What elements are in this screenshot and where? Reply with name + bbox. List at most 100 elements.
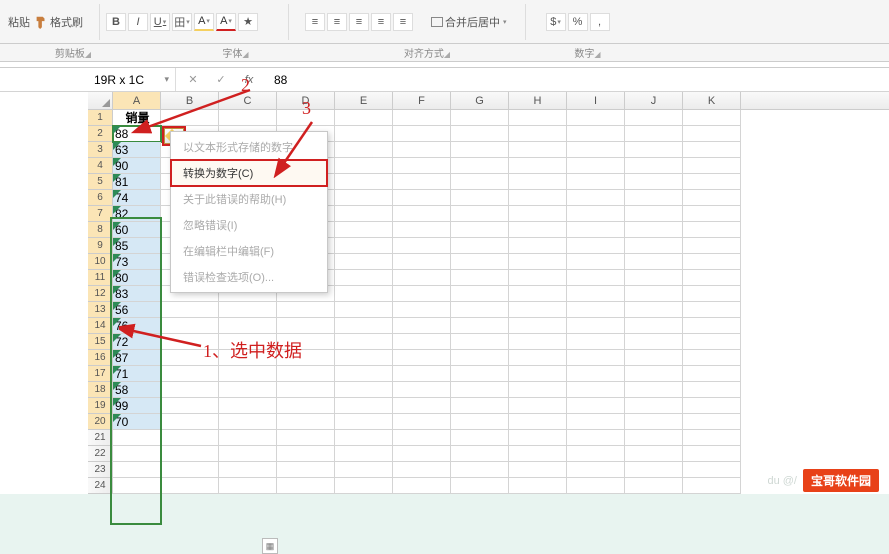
select-all-corner[interactable]	[88, 92, 113, 109]
cell[interactable]	[451, 446, 509, 462]
cell[interactable]	[567, 446, 625, 462]
cell[interactable]	[113, 462, 161, 478]
menu-help[interactable]: 关于此错误的帮助(H)	[171, 186, 327, 212]
cell[interactable]	[393, 110, 451, 126]
cell[interactable]	[277, 430, 335, 446]
cell[interactable]	[509, 478, 567, 494]
cell[interactable]	[161, 302, 219, 318]
cell[interactable]: 83	[113, 286, 161, 302]
cell[interactable]	[451, 318, 509, 334]
cell[interactable]	[509, 462, 567, 478]
cell[interactable]	[683, 222, 741, 238]
column-header-K[interactable]: K	[683, 92, 741, 109]
cell[interactable]	[625, 190, 683, 206]
fill-color-button[interactable]: A▾	[194, 13, 214, 31]
cell[interactable]	[335, 222, 393, 238]
cell[interactable]	[683, 286, 741, 302]
cell[interactable]	[335, 350, 393, 366]
cancel-edit-button[interactable]: ✕	[184, 71, 202, 89]
row-header[interactable]: 11	[88, 270, 113, 286]
align-bottom-button[interactable]: ≡	[349, 13, 369, 31]
cell[interactable]	[393, 302, 451, 318]
cell[interactable]	[509, 110, 567, 126]
cell[interactable]	[161, 350, 219, 366]
cell[interactable]	[335, 446, 393, 462]
cell[interactable]	[509, 142, 567, 158]
cell[interactable]	[509, 382, 567, 398]
cell[interactable]	[219, 350, 277, 366]
cell[interactable]: 81	[113, 174, 161, 190]
formula-value[interactable]: 88	[266, 73, 287, 87]
cell[interactable]	[509, 398, 567, 414]
column-header-E[interactable]: E	[335, 92, 393, 109]
cell[interactable]: 71	[113, 366, 161, 382]
cell[interactable]	[113, 430, 161, 446]
cell[interactable]	[219, 302, 277, 318]
align-middle-button[interactable]: ≡	[327, 13, 347, 31]
cell[interactable]	[625, 398, 683, 414]
cell[interactable]	[683, 238, 741, 254]
cell[interactable]	[683, 126, 741, 142]
cell[interactable]	[335, 302, 393, 318]
cell[interactable]	[625, 254, 683, 270]
cell[interactable]	[219, 414, 277, 430]
cell[interactable]	[335, 414, 393, 430]
cell[interactable]	[451, 462, 509, 478]
cell[interactable]	[335, 398, 393, 414]
cell[interactable]	[335, 478, 393, 494]
cell[interactable]	[683, 206, 741, 222]
indent-right-button[interactable]: ≡	[393, 13, 413, 31]
cell[interactable]	[335, 270, 393, 286]
cell[interactable]	[277, 414, 335, 430]
cell[interactable]	[683, 478, 741, 494]
cell[interactable]	[567, 174, 625, 190]
cell[interactable]	[393, 286, 451, 302]
cell[interactable]	[219, 318, 277, 334]
cell[interactable]	[683, 350, 741, 366]
cell[interactable]	[625, 174, 683, 190]
cell[interactable]	[567, 430, 625, 446]
column-header-H[interactable]: H	[509, 92, 567, 109]
cell[interactable]	[161, 446, 219, 462]
column-header-I[interactable]: I	[567, 92, 625, 109]
cell[interactable]	[393, 334, 451, 350]
cell[interactable]	[393, 366, 451, 382]
cell[interactable]	[567, 462, 625, 478]
confirm-edit-button[interactable]: ✓	[212, 71, 230, 89]
cell[interactable]	[567, 126, 625, 142]
cell[interactable]	[393, 430, 451, 446]
cell[interactable]	[277, 478, 335, 494]
cell[interactable]: 90	[113, 158, 161, 174]
cell[interactable]	[509, 174, 567, 190]
cell[interactable]: 99	[113, 398, 161, 414]
cell[interactable]	[451, 254, 509, 270]
clear-format-button[interactable]: ★	[238, 13, 258, 31]
format-painter-button[interactable]: 格式刷	[34, 14, 83, 30]
cell[interactable]	[161, 462, 219, 478]
cell[interactable]	[683, 334, 741, 350]
row-header[interactable]: 17	[88, 366, 113, 382]
spreadsheet-grid[interactable]: ABCDEFGHIJK !▾ ▦ 1销量28836349058167478286…	[0, 92, 889, 494]
cell[interactable]	[393, 126, 451, 142]
cell[interactable]	[335, 366, 393, 382]
align-top-button[interactable]: ≡	[305, 13, 325, 31]
cell[interactable]	[625, 110, 683, 126]
cell[interactable]: 销量	[113, 110, 161, 126]
cell[interactable]	[335, 318, 393, 334]
cell[interactable]	[335, 430, 393, 446]
cell[interactable]	[683, 174, 741, 190]
cell[interactable]: 60	[113, 222, 161, 238]
cell[interactable]: 73	[113, 254, 161, 270]
currency-button[interactable]: $▾	[546, 13, 566, 31]
cell[interactable]	[567, 142, 625, 158]
cell[interactable]	[113, 478, 161, 494]
underline-button[interactable]: U▾	[150, 13, 170, 31]
cell[interactable]	[567, 110, 625, 126]
row-header[interactable]: 1	[88, 110, 113, 126]
cell[interactable]	[509, 206, 567, 222]
cell[interactable]	[219, 478, 277, 494]
row-header[interactable]: 21	[88, 430, 113, 446]
cell[interactable]	[567, 398, 625, 414]
row-header[interactable]: 14	[88, 318, 113, 334]
cell[interactable]	[393, 222, 451, 238]
